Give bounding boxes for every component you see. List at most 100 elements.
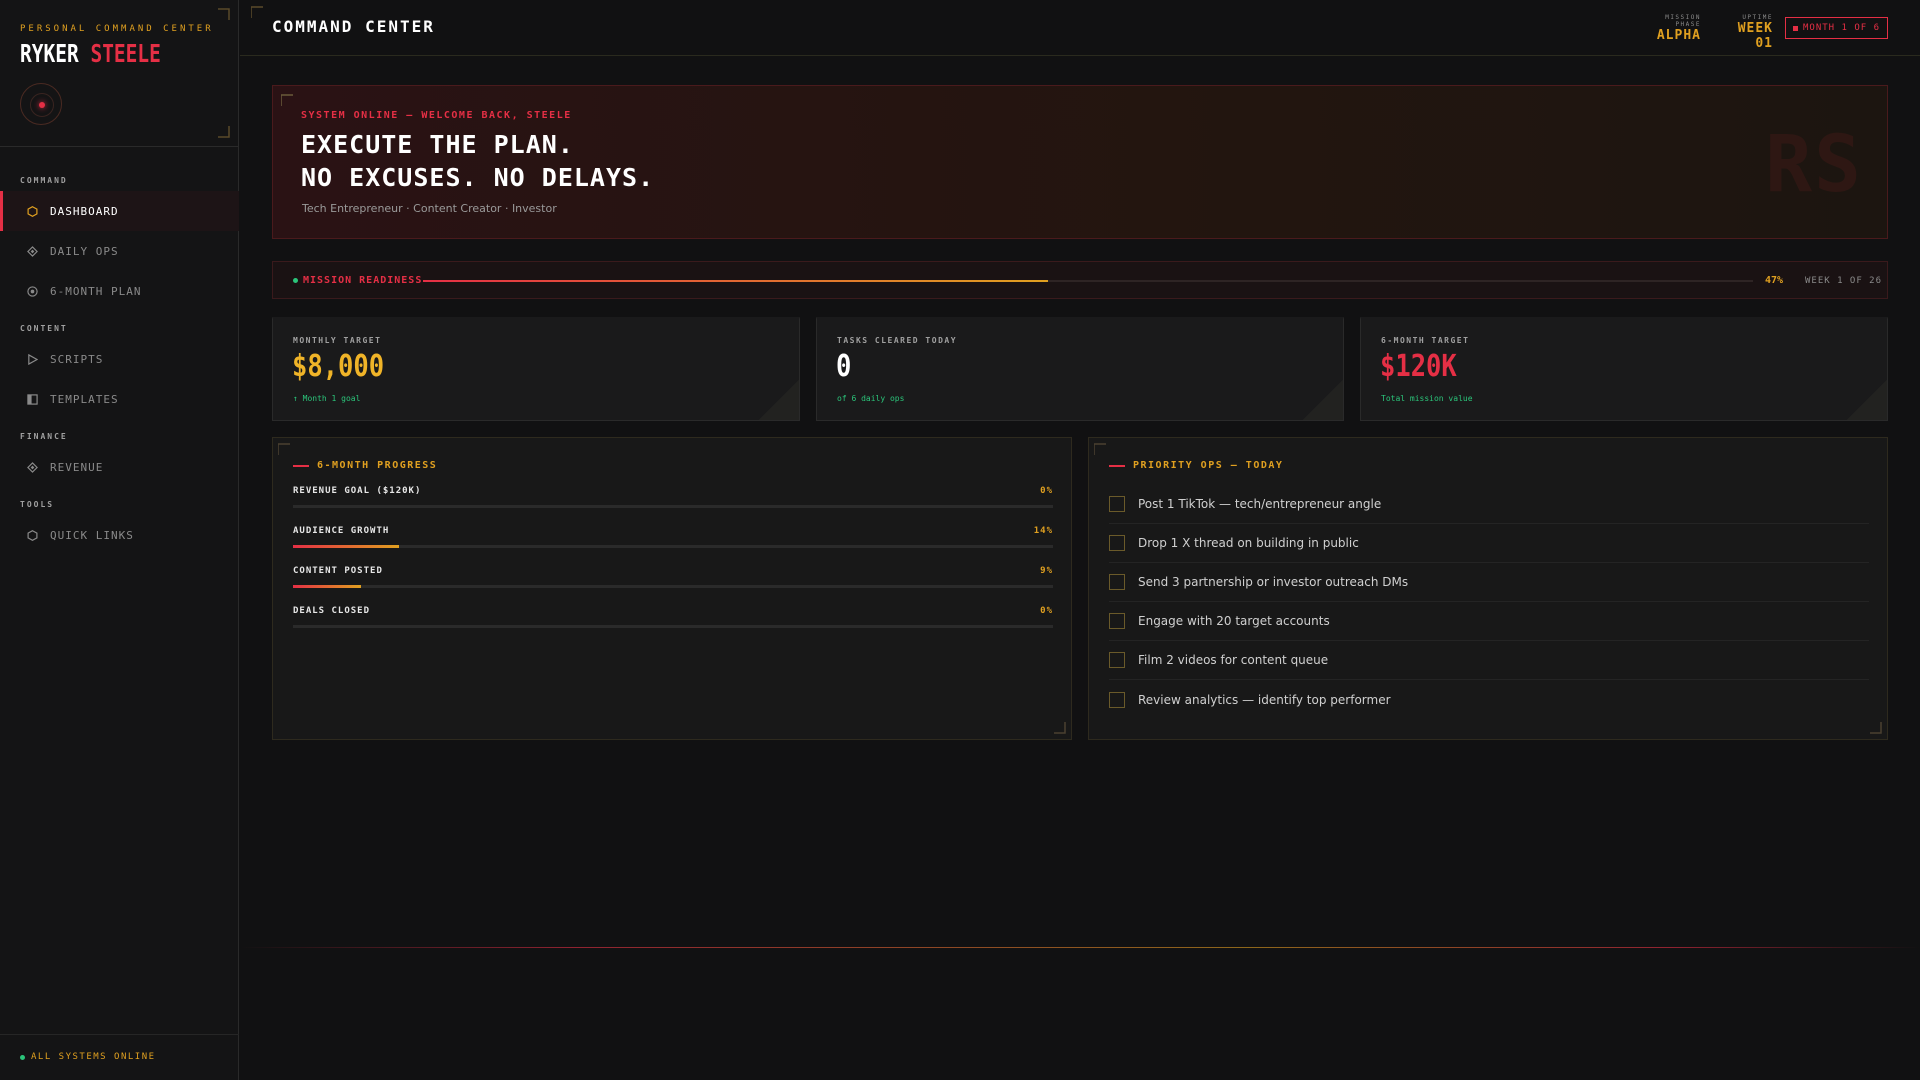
- hero-tagline: Tech Entrepreneur · Content Creator · In…: [302, 202, 557, 215]
- ops-item[interactable]: Send 3 partnership or investor outreach …: [1109, 563, 1869, 602]
- status-dot-icon: [20, 1054, 25, 1060]
- card-accent-line: [1360, 317, 1888, 319]
- panel-title: 6-MONTH PROGRESS: [293, 460, 437, 471]
- ops-item-text: Post 1 TikTok — tech/entrepreneur angle: [1138, 497, 1382, 511]
- uptime-value: WEEK 01: [1737, 21, 1773, 51]
- ops-item[interactable]: Review analytics — identify top performe…: [1109, 680, 1869, 719]
- progress-track: [293, 625, 1053, 628]
- corner-bracket-icon: [218, 126, 230, 138]
- readiness-label-text: MISSION READINESS: [303, 275, 423, 286]
- sidebar-item-label: QUICK LINKS: [50, 528, 134, 542]
- system-status: ALL SYSTEMS ONLINE: [20, 1052, 156, 1062]
- card-corner-decoration: [1303, 380, 1343, 420]
- ops-checkbox[interactable]: [1109, 535, 1125, 551]
- progress-row: AUDIENCE GROWTH 14%: [293, 526, 1053, 548]
- ops-checkbox[interactable]: [1109, 691, 1125, 708]
- sidebar-item-dashboard[interactable]: DASHBOARD: [0, 191, 239, 231]
- ops-item-text: Drop 1 X thread on building in public: [1138, 536, 1359, 550]
- progress-fill: [293, 545, 400, 548]
- ops-item[interactable]: Film 2 videos for content queue: [1109, 641, 1869, 680]
- sidebar-item-label: DAILY OPS: [50, 244, 119, 258]
- ops-item-text: Review analytics — identify top performe…: [1138, 692, 1391, 707]
- corner-bracket-icon: [218, 8, 230, 20]
- card-accent-line: [272, 317, 800, 319]
- nav-section-command: COMMAND: [20, 176, 68, 185]
- stat-label: MONTHLY TARGET: [293, 336, 382, 345]
- readiness-track: [423, 280, 1753, 282]
- brand: PERSONAL COMMAND CENTER RYKER STEELE: [20, 24, 214, 68]
- system-status-text: ALL SYSTEMS ONLINE: [31, 1052, 156, 1062]
- stat-note: Total mission value: [1381, 394, 1473, 403]
- progress-percent: 0%: [1040, 606, 1053, 616]
- panel-title-text: 6-MONTH PROGRESS: [317, 460, 438, 471]
- template-icon: [26, 393, 38, 405]
- month-badge: MONTH 1 OF 6: [1785, 17, 1888, 39]
- progress-label: AUDIENCE GROWTH: [293, 526, 390, 536]
- progress-panel: 6-MONTH PROGRESS REVENUE GOAL ($120K) 0% …: [272, 437, 1072, 740]
- hero-subtitle: SYSTEM ONLINE — WELCOME BACK, STEELE: [301, 110, 572, 121]
- mission-phase-label: MISSION PHASE: [1665, 14, 1701, 28]
- ops-checkbox[interactable]: [1109, 652, 1125, 668]
- ops-checkbox[interactable]: [1109, 496, 1125, 512]
- brand-first-name: RYKER: [20, 39, 79, 68]
- readiness-label: MISSION READINESS: [293, 275, 422, 286]
- mission-readiness-bar: MISSION READINESS 47% WEEK 1 OF 26: [272, 261, 1888, 299]
- stat-note: of 6 daily ops: [837, 394, 905, 403]
- corner-bracket-icon: [1094, 443, 1106, 455]
- mission-phase-value: ALPHA: [1656, 28, 1701, 43]
- brand-subtitle: PERSONAL COMMAND CENTER: [20, 24, 214, 34]
- ops-checkbox[interactable]: [1109, 574, 1125, 590]
- ops-checkbox[interactable]: [1109, 613, 1125, 629]
- sidebar-item-templates[interactable]: TEMPLATES: [0, 379, 239, 419]
- corner-bracket-icon: [251, 6, 263, 18]
- ops-item[interactable]: Engage with 20 target accounts: [1109, 602, 1869, 641]
- sidebar-item-6-month-plan[interactable]: 6-MONTH PLAN: [0, 271, 239, 311]
- stat-value: $8,000: [292, 349, 385, 384]
- decorative-glow-line: [240, 947, 1920, 948]
- hero-title-line2: NO EXCUSES. NO DELAYS.: [301, 163, 655, 192]
- nav-section-content: CONTENT: [20, 324, 68, 333]
- hexagon-icon: [26, 205, 38, 217]
- progress-percent: 0%: [1040, 486, 1053, 496]
- ops-item-text: Engage with 20 target accounts: [1138, 614, 1330, 628]
- sidebar-item-revenue[interactable]: REVENUE: [0, 447, 239, 487]
- hexagon-icon: [26, 529, 38, 541]
- diamond-icon: [26, 245, 38, 257]
- readiness-percent: 47%: [1765, 275, 1784, 286]
- corner-bracket-icon: [278, 443, 290, 455]
- progress-track: [293, 505, 1053, 508]
- stat-note: ↑ Month 1 goal: [293, 394, 361, 403]
- sidebar-item-quick-links[interactable]: QUICK LINKS: [0, 515, 239, 555]
- corner-bracket-icon: [1870, 722, 1882, 734]
- nav-section-finance: FINANCE: [20, 432, 68, 441]
- sidebar-divider: [0, 146, 239, 147]
- stat-label: 6-MONTH TARGET: [1381, 336, 1470, 345]
- progress-row: REVENUE GOAL ($120K) 0%: [293, 486, 1053, 508]
- sidebar-item-label: DASHBOARD: [50, 204, 119, 218]
- sidebar: PERSONAL COMMAND CENTER RYKER STEELE COM…: [0, 0, 239, 1080]
- nav-section-tools: TOOLS: [20, 500, 55, 509]
- ops-item-text: Film 2 videos for content queue: [1138, 653, 1329, 667]
- readiness-week: WEEK 1 OF 26: [1805, 276, 1883, 286]
- sidebar-item-label: SCRIPTS: [50, 352, 104, 366]
- stat-value: 0: [836, 349, 852, 384]
- top-bar: COMMAND CENTER MISSION PHASE ALPHA UPTIM…: [240, 0, 1920, 56]
- ops-item[interactable]: Post 1 TikTok — tech/entrepreneur angle: [1109, 485, 1869, 524]
- progress-fill: [293, 585, 362, 588]
- progress-percent: 9%: [1040, 566, 1053, 576]
- progress-percent: 14%: [1033, 526, 1053, 536]
- brand-name: RYKER STEELE: [20, 39, 171, 68]
- panel-title-text: PRIORITY OPS — TODAY: [1133, 460, 1284, 471]
- play-icon: [26, 353, 38, 365]
- sidebar-item-label: 6-MONTH PLAN: [50, 284, 142, 298]
- ops-item[interactable]: Drop 1 X thread on building in public: [1109, 524, 1869, 563]
- progress-label: CONTENT POSTED: [293, 566, 383, 576]
- hero-watermark: RS: [1765, 120, 1863, 210]
- mission-phase: MISSION PHASE ALPHA: [1641, 14, 1701, 43]
- title-dash-icon: [293, 464, 309, 467]
- badge-square-icon: [1792, 25, 1798, 31]
- title-dash-icon: [1109, 464, 1125, 467]
- sidebar-item-daily-ops[interactable]: DAILY OPS: [0, 231, 239, 271]
- sidebar-item-scripts[interactable]: SCRIPTS: [0, 339, 239, 379]
- sidebar-divider: [0, 1034, 239, 1035]
